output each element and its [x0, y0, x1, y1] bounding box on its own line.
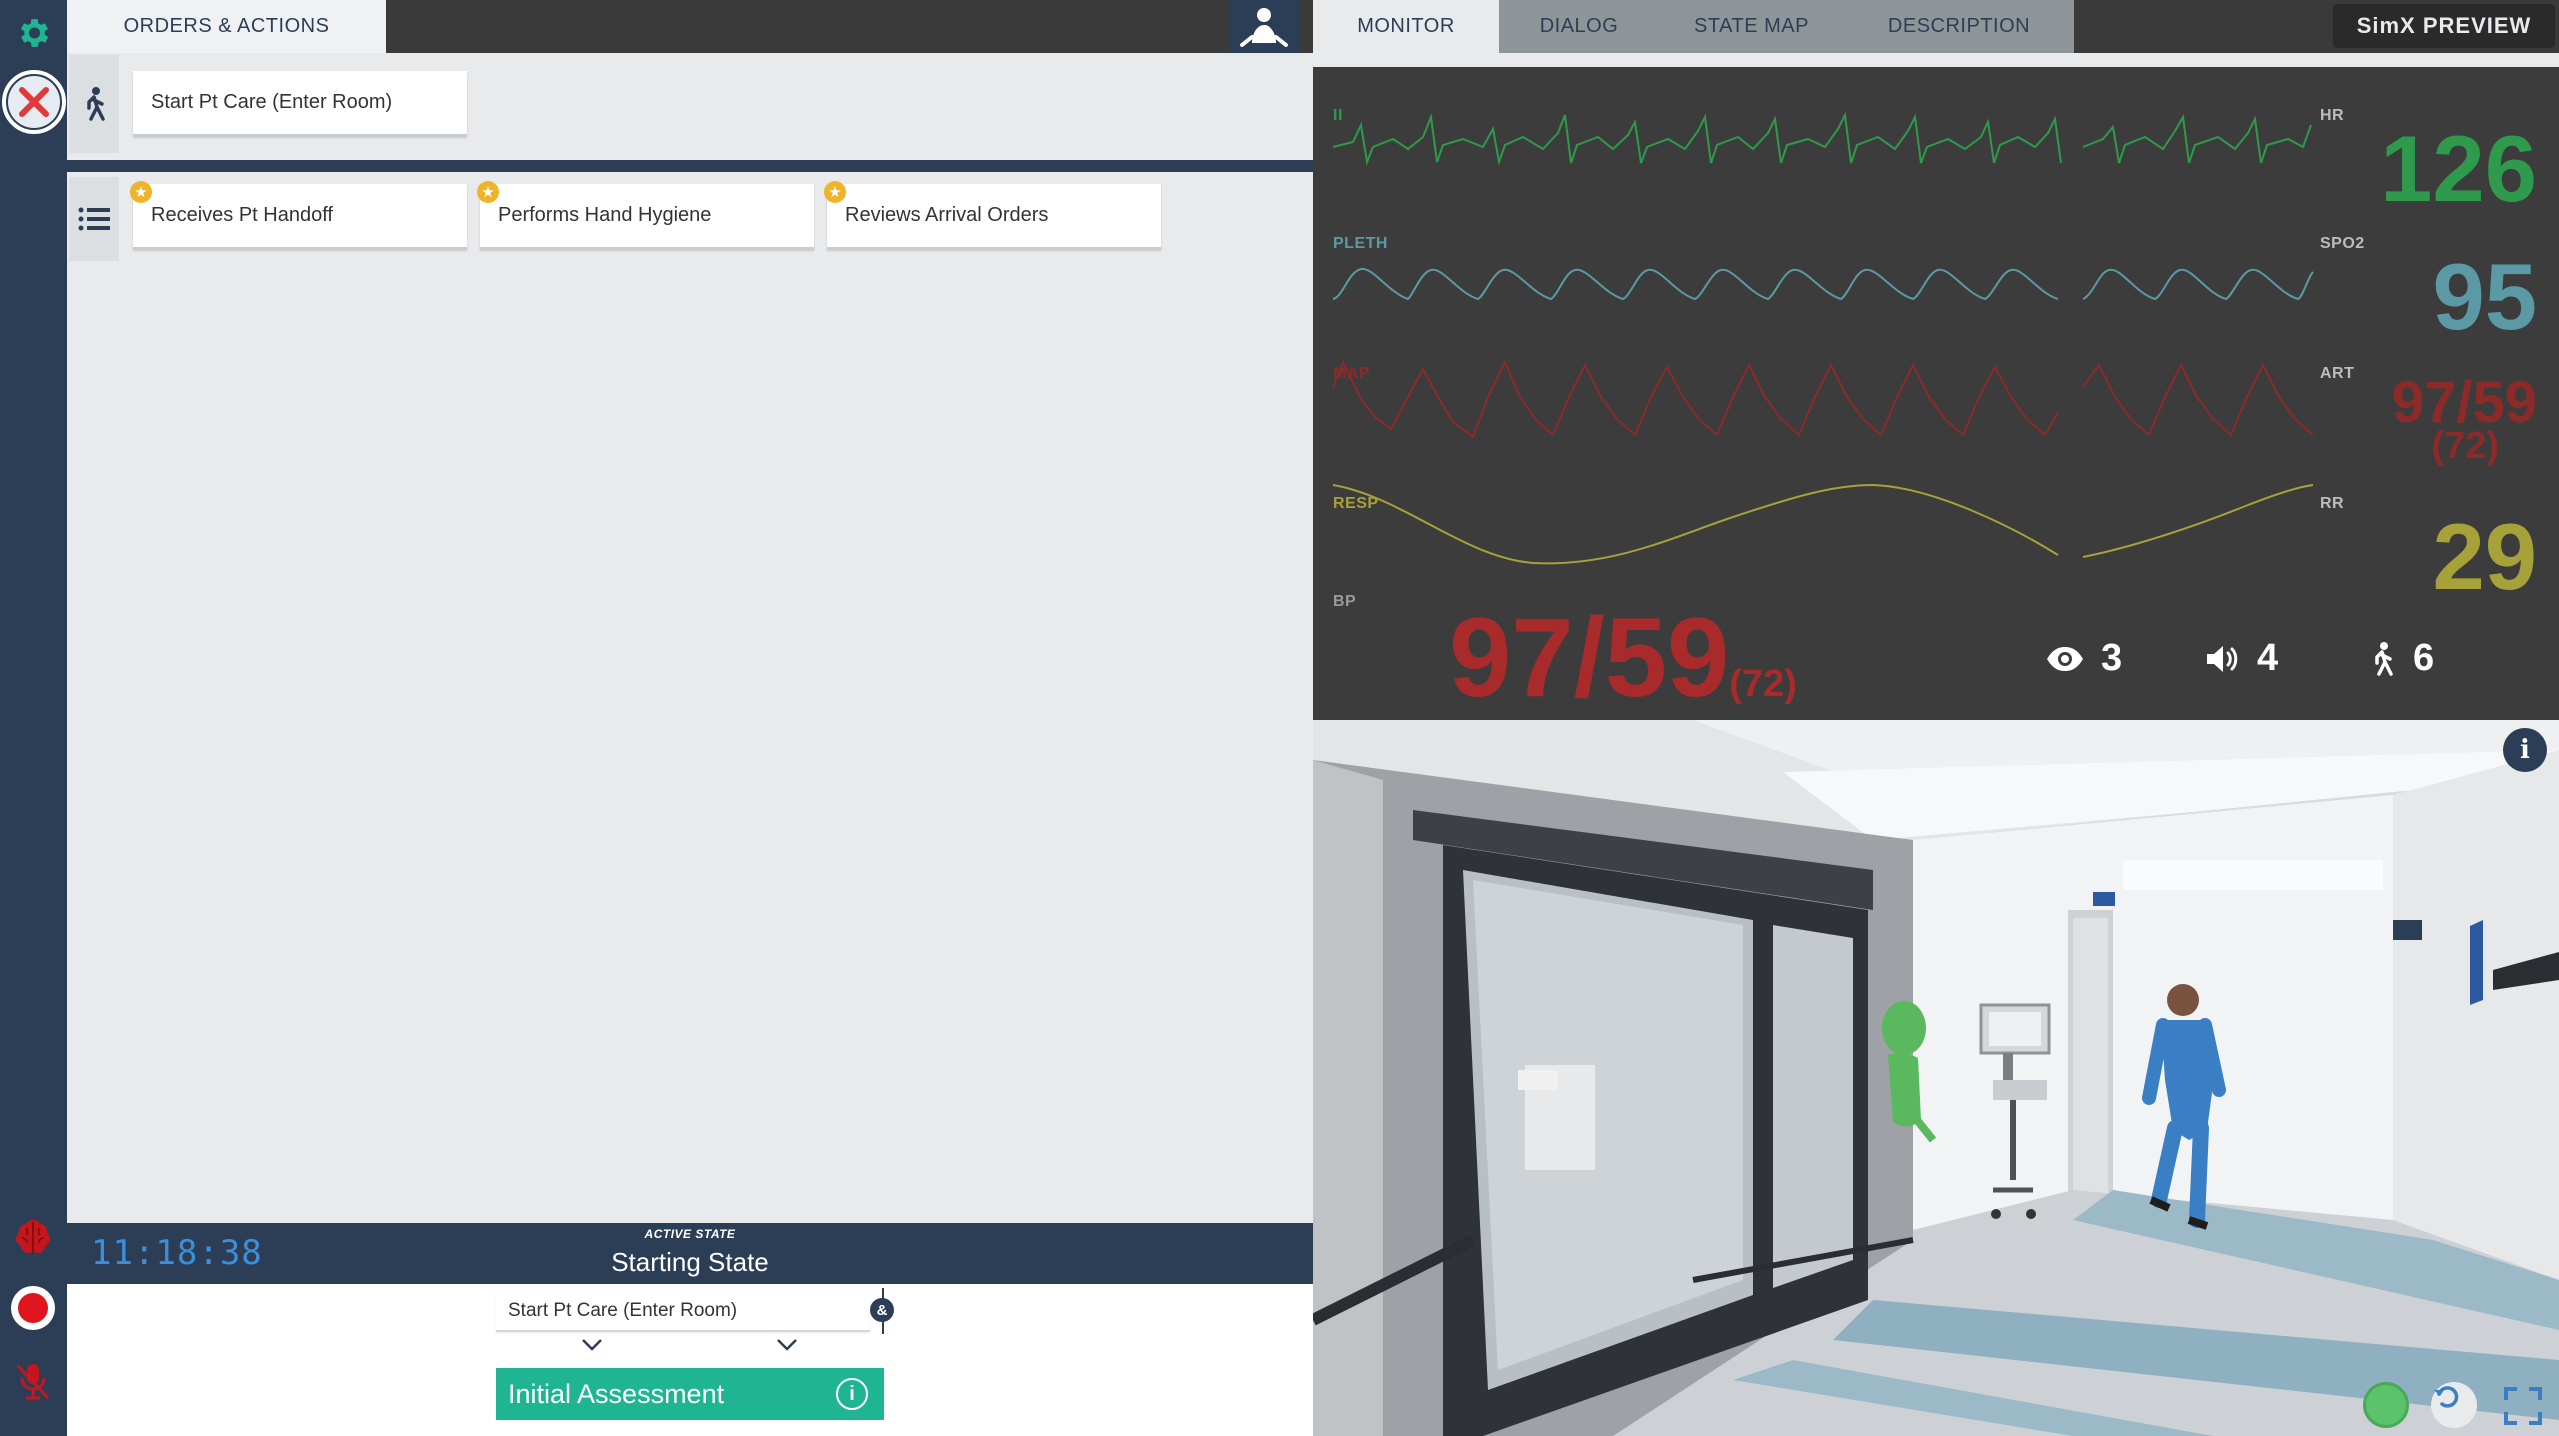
action-start-pt-care[interactable]: Start Pt Care (Enter Room)	[133, 71, 467, 137]
tab-state-map[interactable]: STATE MAP	[1659, 0, 1844, 53]
next-state-label: Initial Assessment	[508, 1378, 725, 1409]
ecg-waveform	[1332, 111, 2312, 166]
patient-icon	[1240, 7, 1288, 47]
section-divider	[67, 160, 1313, 172]
eye-icon	[2047, 646, 2083, 671]
speech-counter: 4	[2205, 637, 2278, 680]
close-icon	[19, 87, 49, 117]
speech-count: 4	[2257, 637, 2279, 679]
next-state-initial-assessment[interactable]: Initial Assessment i	[496, 1368, 884, 1420]
reset-view-icon	[2434, 1386, 2459, 1408]
bp-mean: (72)	[1729, 663, 1797, 705]
transition-panel: Start Pt Care (Enter Room) & Initial Ass…	[67, 1284, 1313, 1436]
rr-value: 29	[2432, 504, 2537, 609]
looks-count: 3	[2101, 637, 2123, 679]
info-icon[interactable]: i	[836, 1378, 868, 1410]
art-label: ART	[2320, 365, 2355, 382]
list-icon	[78, 207, 110, 231]
record-icon	[18, 1293, 48, 1323]
status-indicator[interactable]	[2363, 1382, 2409, 1428]
actions-counter: 6	[2367, 637, 2434, 680]
resp-label: RESP	[1333, 495, 1379, 512]
walking-person-icon	[87, 87, 105, 121]
fullscreen-icon[interactable]	[2503, 1386, 2543, 1426]
close-button[interactable]	[2, 70, 66, 134]
lead-label: II	[1333, 107, 1343, 124]
looks-counter: 3	[2045, 637, 2122, 680]
map-label: MAP	[1333, 365, 1371, 382]
simulation-viewport[interactable]: i	[1313, 720, 2559, 1436]
bp-readout: 97/59 (72)	[1449, 593, 1797, 722]
tab-orders-actions[interactable]: ORDERS & ACTIONS	[67, 0, 386, 53]
actions-count: 6	[2413, 637, 2435, 679]
chevron-down-icon	[582, 1339, 602, 1351]
bp-label: BP	[1333, 593, 1357, 610]
pleth-label: PLETH	[1333, 235, 1388, 252]
walking-person-icon	[2375, 641, 2393, 676]
chevron-down-icon	[777, 1339, 797, 1351]
patient-view-button[interactable]	[1229, 0, 1299, 53]
active-state-kicker: ACTIVE STATE	[644, 1227, 736, 1241]
bp-value: 97/59	[1449, 595, 1730, 720]
resp-waveform	[1332, 483, 2314, 565]
star-icon: ★	[477, 181, 499, 203]
and-operator-badge[interactable]: &	[870, 1298, 894, 1322]
orders-actions-panel: Start Pt Care (Enter Room) Receives Pt H…	[67, 53, 1313, 1223]
rr-label: RR	[2320, 495, 2345, 512]
star-icon: ★	[130, 181, 152, 203]
tab-monitor[interactable]: MONITOR	[1313, 0, 1499, 53]
spo2-value: 95	[2432, 244, 2537, 349]
star-icon: ★	[824, 181, 846, 203]
vitals-monitor: II PLETH MAP RESP BP HR 126 SPO2 95 ART …	[1313, 53, 2559, 720]
simx-preview-label: SimX PREVIEW	[2333, 4, 2555, 48]
muted-microphone-icon[interactable]	[14, 1360, 52, 1402]
transition-condition[interactable]: Start Pt Care (Enter Room)	[496, 1292, 870, 1332]
reset-view-button[interactable]	[2431, 1382, 2477, 1428]
brain-icon[interactable]	[12, 1216, 54, 1258]
checklist-row-icon	[69, 177, 119, 261]
left-rail	[0, 0, 67, 1436]
checklist-item-arrival-orders[interactable]: Reviews Arrival Orders	[827, 184, 1161, 250]
tab-description[interactable]: DESCRIPTION	[1844, 0, 2074, 53]
tab-dialog[interactable]: DIALOG	[1499, 0, 1659, 53]
checklist-item-hand-hygiene[interactable]: Performs Hand Hygiene	[480, 184, 814, 250]
active-state-name: Starting State	[611, 1247, 769, 1277]
speaker-icon	[2207, 645, 2238, 672]
pleth-waveform	[1332, 267, 2314, 301]
hr-label: HR	[2320, 107, 2345, 124]
hr-value: 126	[2380, 116, 2537, 221]
scene-info-button[interactable]: i	[2503, 728, 2547, 772]
hospital-corridor-scene	[1313, 720, 2559, 1436]
active-state-bar: 11:18:38 ACTIVE STATE Starting State	[67, 1223, 1313, 1284]
checklist-item-receives-handoff[interactable]: Receives Pt Handoff	[133, 184, 467, 250]
arterial-waveform	[1332, 359, 2314, 439]
gear-icon[interactable]	[14, 14, 52, 52]
record-button[interactable]	[11, 1286, 55, 1330]
action-row-icon	[69, 55, 119, 153]
art-mean: (72)	[2431, 425, 2499, 467]
spo2-label: SPO2	[2320, 235, 2365, 252]
